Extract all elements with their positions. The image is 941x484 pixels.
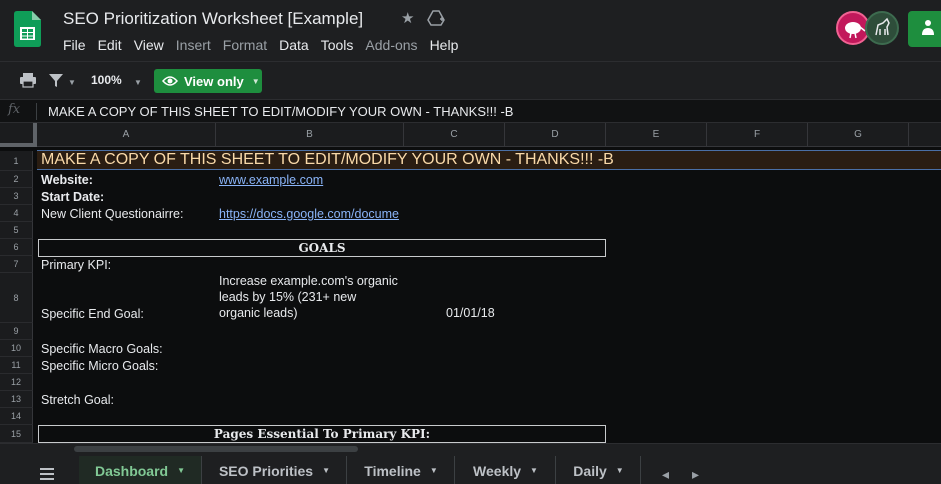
website-label[interactable]: Website: [41,172,93,189]
tab-caret-icon: ▼ [177,466,186,475]
formula-bar: fx MAKE A COPY OF THIS SHEET TO EDIT/MOD… [0,100,941,123]
row-header[interactable]: 6 [0,239,33,256]
kiwi-icon [845,22,866,39]
end-goal-line: organic leads) [219,306,298,320]
tab-label: Weekly [473,462,522,479]
row-header[interactable]: 7 [0,256,33,273]
view-only-button[interactable]: View only ▼ [154,69,262,93]
filter-icon[interactable] [48,73,64,88]
view-only-caret-icon: ▼ [251,76,260,86]
horizontal-scrollbar[interactable] [74,446,358,452]
row-header[interactable]: 13 [0,391,33,408]
print-icon[interactable] [19,72,37,88]
spreadsheet-grid[interactable]: A B C D E F G MAKE A COPY OF THIS SHEET … [0,123,941,443]
start-date-label[interactable]: Start Date: [41,189,104,206]
tab-caret-icon: ▼ [615,466,624,475]
avatar-dog[interactable] [865,11,899,45]
column-header-h[interactable] [909,123,941,147]
sheets-logo-icon[interactable] [14,11,41,47]
end-goal-line: leads by 15% (231+ new [219,290,357,304]
fx-divider [36,103,37,120]
row-header[interactable]: 5 [0,222,33,239]
website-link[interactable]: www.example.com [219,172,323,189]
questionnaire-label[interactable]: New Client Questionairre: [41,206,183,223]
eye-icon [162,76,178,86]
fx-icon: fx [8,102,21,117]
row-header[interactable]: 9 [0,323,33,340]
menu-data[interactable]: Data [279,37,309,53]
select-all-corner[interactable] [0,123,37,147]
end-goal-date[interactable]: 01/01/18 [446,306,495,320]
row-header[interactable]: 15 [0,425,33,443]
tab-caret-icon: ▼ [429,466,438,475]
share-button[interactable] [908,11,941,47]
zoom-caret-icon[interactable]: ▼ [134,78,142,87]
row-header[interactable]: 14 [0,408,33,425]
menu-file[interactable]: File [63,37,86,53]
tab-timeline[interactable]: Timeline ▼ [348,456,455,484]
tab-label: Daily [573,462,607,479]
macro-goals-label[interactable]: Specific Macro Goals: [41,341,163,358]
column-header-c[interactable]: C [404,123,505,147]
menu-help[interactable]: Help [430,37,459,53]
row-header[interactable]: 10 [0,340,33,357]
share-icon [922,20,934,35]
micro-goals-label[interactable]: Specific Micro Goals: [41,358,158,375]
filter-caret-icon[interactable]: ▼ [68,78,76,87]
questionnaire-link[interactable]: https://docs.google.com/docume [219,206,399,223]
view-only-label: View only [184,73,244,89]
goals-header[interactable]: GOALS [38,239,606,257]
tab-label: SEO Priorities [218,462,314,479]
dog-icon [875,17,890,36]
app-header: SEO Prioritization Worksheet [Example] ★… [0,0,941,62]
menu-tools[interactable]: Tools [321,37,354,53]
stretch-goal-label[interactable]: Stretch Goal: [41,392,114,409]
primary-kpi-label[interactable]: Primary KPI: [41,257,111,274]
tab-seo-priorities[interactable]: SEO Priorities ▼ [203,456,347,484]
tab-dashboard[interactable]: Dashboard ▼ [79,456,202,484]
tab-caret-icon: ▼ [530,466,538,475]
banner-cell[interactable]: MAKE A COPY OF THIS SHEET TO EDIT/MODIFY… [41,150,614,170]
row-header[interactable]: 4 [0,205,33,222]
zoom-select[interactable]: 100% [91,73,122,87]
toolbar: ▼ 100% ▼ View only ▼ [0,62,941,100]
tab-label: Dashboard [94,462,169,479]
tab-label: Timeline [364,462,421,479]
pages-essential-header[interactable]: Pages Essential To Primary KPI: [38,425,606,443]
sheet-tab-bar: Dashboard ▼ SEO Priorities ▼ Timeline ▼ Wee… [0,443,941,484]
menu-edit[interactable]: Edit [98,37,122,53]
row-header[interactable]: 11 [0,357,33,374]
row-header[interactable]: 12 [0,374,33,391]
menu-bar: File Edit View Insert Format Data Tools … [63,37,470,53]
column-header-g[interactable]: G [808,123,909,147]
column-header-f[interactable]: F [707,123,808,147]
tab-caret-icon: ▼ [322,466,331,475]
scroll-tabs-right-icon[interactable]: ▸ [692,466,699,483]
column-header-d[interactable]: D [505,123,606,147]
menu-insert[interactable]: Insert [176,37,211,53]
menu-format[interactable]: Format [223,37,267,53]
all-sheets-icon[interactable] [40,468,54,480]
column-header-e[interactable]: E [606,123,707,147]
tab-weekly[interactable]: Weekly ▼ [456,456,556,484]
row-header[interactable]: 1 [0,151,33,171]
formula-input[interactable]: MAKE A COPY OF THIS SHEET TO EDIT/MODIFY… [48,104,513,119]
menu-add-ons[interactable]: Add-ons [365,37,417,53]
tab-daily[interactable]: Daily ▼ [557,456,641,484]
end-goal-line: Increase example.com's organic [219,274,398,288]
scroll-tabs-left-icon[interactable]: ◂ [662,466,669,483]
drive-move-icon[interactable] [427,10,445,26]
end-goal-cell[interactable]: Increase example.com's organic leads by … [219,273,419,321]
column-header-b[interactable]: B [216,123,404,147]
specific-end-goal-label[interactable]: Specific End Goal: [41,306,144,323]
column-header-a[interactable]: A [37,123,216,147]
row-header[interactable]: 2 [0,171,33,188]
document-title[interactable]: SEO Prioritization Worksheet [Example] [63,9,363,29]
menu-view[interactable]: View [134,37,164,53]
row-header[interactable]: 8 [0,273,33,323]
row-header[interactable]: 3 [0,188,33,205]
star-icon[interactable]: ★ [401,9,414,27]
